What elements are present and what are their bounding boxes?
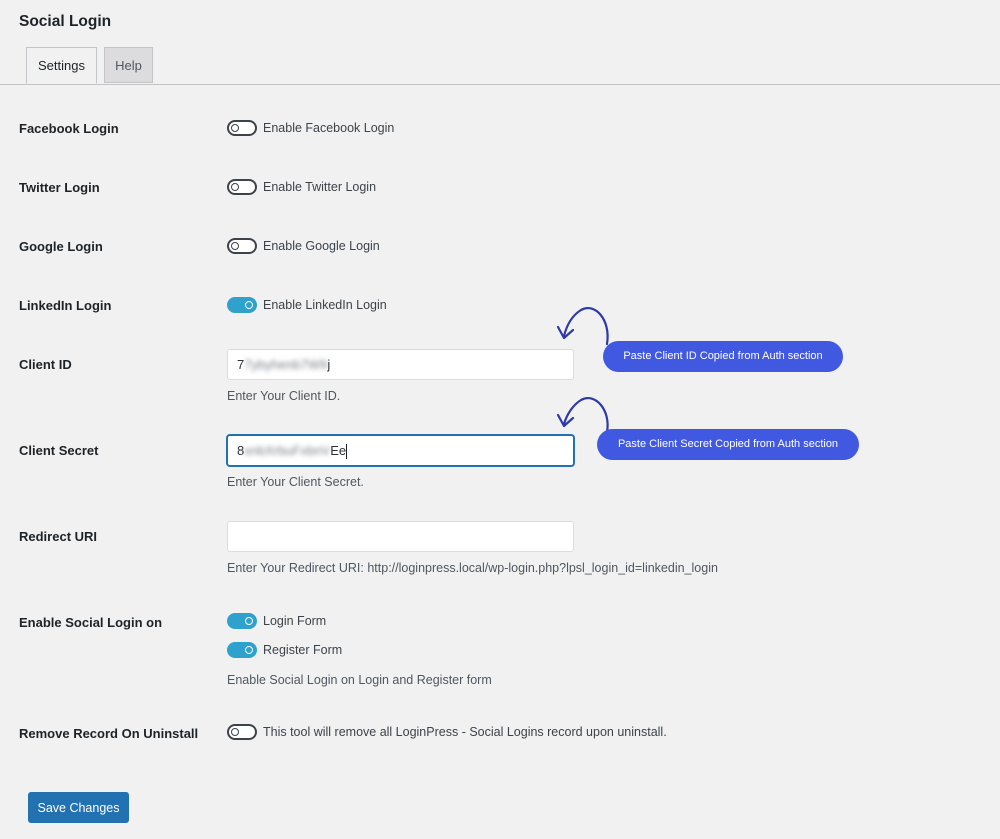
login-form-row: Login Form xyxy=(227,611,326,631)
facebook-login-toggle-label: Enable Facebook Login xyxy=(263,121,395,135)
twitter-login-toggle-label: Enable Twitter Login xyxy=(263,180,377,194)
toggle-knob xyxy=(231,728,239,736)
register-form-row: Register Form xyxy=(227,640,342,660)
remove-record-toggle-label: This tool will remove all LoginPress - S… xyxy=(263,725,667,739)
toggle-knob xyxy=(245,617,253,625)
register-form-toggle[interactable] xyxy=(227,642,257,658)
login-form-toggle[interactable] xyxy=(227,613,257,629)
tab-help[interactable]: Help xyxy=(104,47,153,83)
client-secret-input[interactable]: 8xnbXrbuFxbnVEe xyxy=(227,435,574,466)
client-secret-description: Enter Your Client Secret. xyxy=(227,475,364,489)
social-login-on-description: Enable Social Login on Login and Registe… xyxy=(227,673,492,687)
client-id-callout: Paste Client ID Copied from Auth section xyxy=(603,341,843,372)
facebook-login-row: Enable Facebook Login xyxy=(227,118,394,138)
facebook-login-toggle[interactable] xyxy=(227,120,257,136)
redirect-uri-description: Enter Your Redirect URI: http://loginpre… xyxy=(227,561,718,575)
client-id-redacted: 7ybyhenb7W9 xyxy=(244,357,328,372)
client-secret-value-end: Ee xyxy=(330,443,347,458)
linkedin-login-row: Enable LinkedIn Login xyxy=(227,295,387,315)
toggle-knob xyxy=(231,242,239,250)
linkedin-login-label: LinkedIn Login xyxy=(19,298,112,313)
twitter-login-row: Enable Twitter Login xyxy=(227,177,376,197)
redirect-uri-input[interactable] xyxy=(227,521,574,552)
google-login-row: Enable Google Login xyxy=(227,236,380,256)
toggle-knob xyxy=(231,124,239,132)
curved-arrow-icon xyxy=(556,307,609,346)
page-title: Social Login xyxy=(19,13,112,30)
facebook-login-label: Facebook Login xyxy=(19,121,119,136)
google-login-toggle-label: Enable Google Login xyxy=(263,239,380,253)
social-login-on-label: Enable Social Login on xyxy=(19,615,163,630)
tab-bar: Settings Help xyxy=(0,47,1000,85)
client-id-description: Enter Your Client ID. xyxy=(227,389,341,403)
client-secret-label: Client Secret xyxy=(19,443,99,458)
client-secret-redacted: xnbXrbuFxbnV xyxy=(244,443,331,458)
linkedin-login-toggle[interactable] xyxy=(227,297,257,313)
register-form-toggle-label: Register Form xyxy=(263,643,343,657)
client-id-input[interactable]: 77ybyhenb7W9j xyxy=(227,349,574,380)
twitter-login-label: Twitter Login xyxy=(19,180,100,195)
tab-settings[interactable]: Settings xyxy=(26,47,97,84)
toggle-knob xyxy=(245,646,253,654)
client-id-value-end: j xyxy=(327,357,331,372)
remove-record-label: Remove Record On Uninstall xyxy=(19,726,199,741)
google-login-toggle[interactable] xyxy=(227,238,257,254)
toggle-knob xyxy=(245,301,253,309)
client-id-label: Client ID xyxy=(19,357,72,372)
save-changes-button[interactable]: Save Changes xyxy=(28,792,129,823)
remove-record-toggle[interactable] xyxy=(227,724,257,740)
linkedin-login-toggle-label: Enable LinkedIn Login xyxy=(263,298,387,312)
twitter-login-toggle[interactable] xyxy=(227,179,257,195)
client-secret-callout: Paste Client Secret Copied from Auth sec… xyxy=(597,429,859,460)
remove-record-row: This tool will remove all LoginPress - S… xyxy=(227,722,667,742)
redirect-uri-label: Redirect URI xyxy=(19,529,98,544)
text-cursor xyxy=(346,444,348,460)
login-form-toggle-label: Login Form xyxy=(263,614,327,628)
google-login-label: Google Login xyxy=(19,239,103,254)
toggle-knob xyxy=(231,183,239,191)
